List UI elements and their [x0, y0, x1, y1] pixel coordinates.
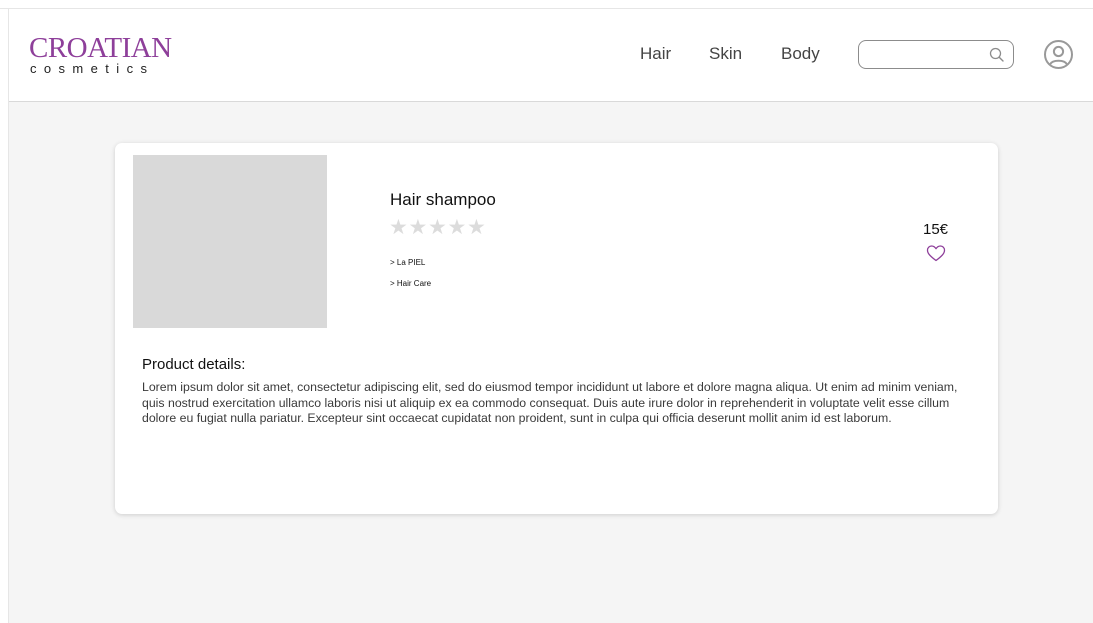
- star-icon[interactable]: ★: [467, 216, 487, 238]
- product-price: 15€: [923, 221, 949, 238]
- breadcrumb-brand[interactable]: > La PIEL: [390, 258, 425, 268]
- brand-logo[interactable]: CROATIAN cosmetics: [29, 33, 172, 76]
- nav-link-hair[interactable]: Hair: [640, 44, 671, 64]
- brand-tagline: cosmetics: [30, 61, 155, 76]
- user-circle-icon[interactable]: [1043, 39, 1074, 70]
- product-image-placeholder: [133, 155, 327, 328]
- star-icon[interactable]: ★: [409, 216, 429, 238]
- product-details-text: Lorem ipsum dolor sit amet, consectetur …: [142, 380, 958, 425]
- heart-icon[interactable]: [925, 243, 947, 263]
- breadcrumb-category[interactable]: > Hair Care: [390, 279, 431, 289]
- brand-name: CROATIAN: [29, 32, 172, 64]
- search-box: [858, 40, 1014, 69]
- star-icon[interactable]: ★: [448, 216, 468, 238]
- star-icon[interactable]: ★: [428, 216, 448, 238]
- star-icon[interactable]: ★: [389, 216, 409, 238]
- product-details-title: Product details:: [142, 356, 246, 373]
- search-icon[interactable]: [988, 46, 1006, 64]
- product-card: Hair shampoo ★ ★ ★ ★ ★ > La PIEL > Hair …: [115, 143, 998, 514]
- product-name: Hair shampoo: [390, 190, 496, 209]
- nav-link-skin[interactable]: Skin: [709, 44, 742, 64]
- star-rating[interactable]: ★ ★ ★ ★ ★: [389, 216, 487, 238]
- search-input[interactable]: [867, 45, 985, 65]
- nav-link-body[interactable]: Body: [781, 44, 820, 64]
- site-header: CROATIAN cosmetics Hair Skin Body: [9, 9, 1093, 102]
